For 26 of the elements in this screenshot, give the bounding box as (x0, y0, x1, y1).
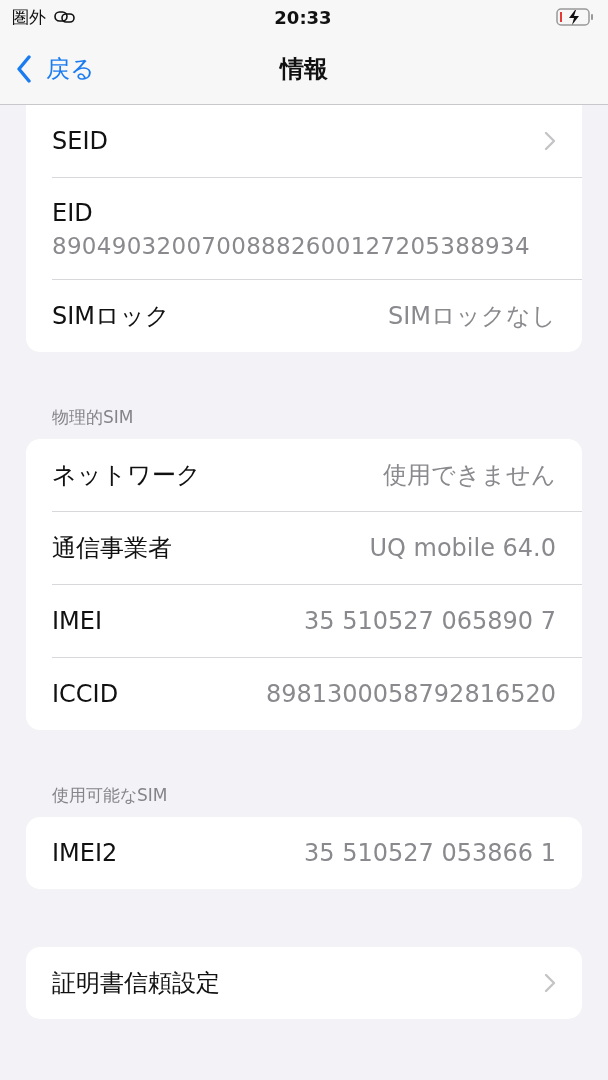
row-value: SIMロックなし (387, 301, 556, 332)
row-value: 8981300058792816520 (265, 680, 556, 708)
row-label: IMEI (52, 607, 103, 635)
row-label: EID (52, 198, 94, 227)
row-value: UQ mobile 64.0 (369, 534, 556, 562)
back-button[interactable]: 戻る (0, 53, 95, 85)
clock-time: 20:33 (274, 6, 332, 28)
settings-row[interactable]: SEID (52, 105, 582, 178)
chevron-left-icon (16, 55, 32, 83)
section-header: 使用可能なSIM (51, 784, 169, 807)
row-label: ネットワーク (52, 460, 201, 491)
row-value: 使用できません (383, 460, 556, 491)
page-title: 情報 (280, 54, 328, 85)
row-label: ICCID (52, 680, 119, 708)
chevron-icon (544, 131, 556, 151)
row-label: SIMロック (52, 301, 171, 332)
link-icon (54, 11, 76, 23)
row-label: IMEI2 (52, 839, 118, 867)
row-value: 89049032007008882600127205388934 (52, 232, 531, 259)
chevron-icon (544, 973, 556, 993)
settings-row[interactable]: 証明書信頼設定 (52, 947, 582, 1019)
row-value: 35 510527 065890 7 (304, 607, 556, 635)
row-label: 通信事業者 (52, 533, 172, 564)
section-header: 物理的SIM (51, 406, 135, 429)
row-value: 35 510527 053866 1 (304, 839, 556, 867)
carrier-text: 圏外 (12, 5, 46, 29)
